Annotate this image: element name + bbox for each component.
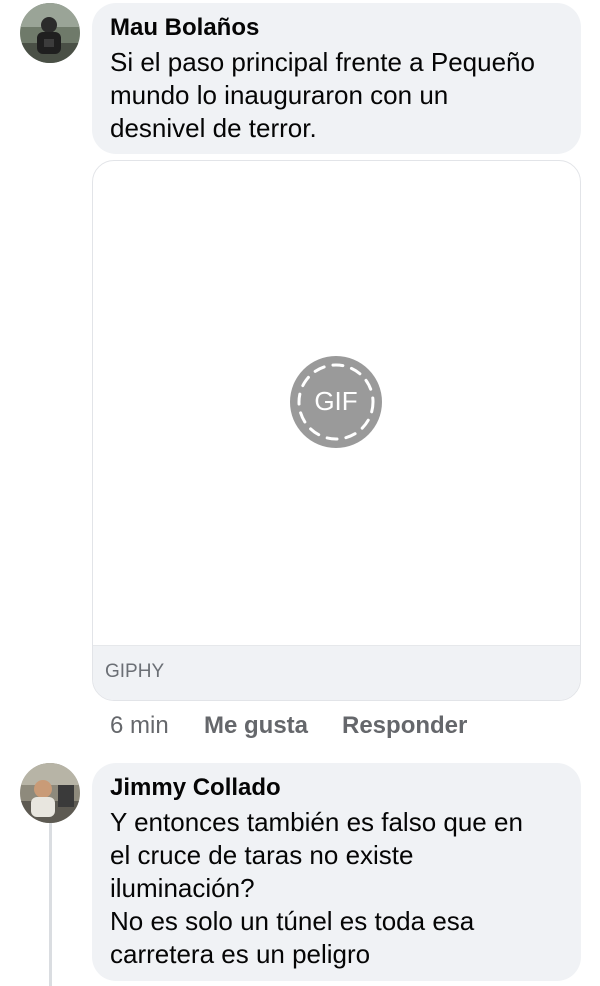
comment-timestamp[interactable]: 6 min [110, 712, 169, 740]
comment-author[interactable]: Jimmy Collado [110, 773, 563, 803]
comment-bubble: Jimmy Collado Y entonces también es fals… [92, 763, 581, 981]
gif-play-icon[interactable]: GIF [290, 356, 382, 448]
comment-bubble: Mau Bolaños Si el paso principal frente … [92, 3, 581, 154]
comment-author[interactable]: Mau Bolaños [110, 13, 563, 43]
like-button[interactable]: Me gusta [204, 712, 308, 740]
gif-footer: GIPHY [93, 645, 580, 700]
comment-text: Y entonces también es falso que en el cr… [110, 807, 523, 969]
gif-source-label: GIPHY [105, 661, 165, 682]
avatar[interactable] [20, 3, 80, 63]
reply-thread-line [49, 823, 52, 986]
comment-text: Si el paso principal frente a Pequeño mu… [110, 47, 535, 143]
avatar[interactable] [20, 763, 80, 823]
reply-button[interactable]: Responder [342, 712, 467, 740]
gif-badge-label: GIF [314, 386, 358, 416]
